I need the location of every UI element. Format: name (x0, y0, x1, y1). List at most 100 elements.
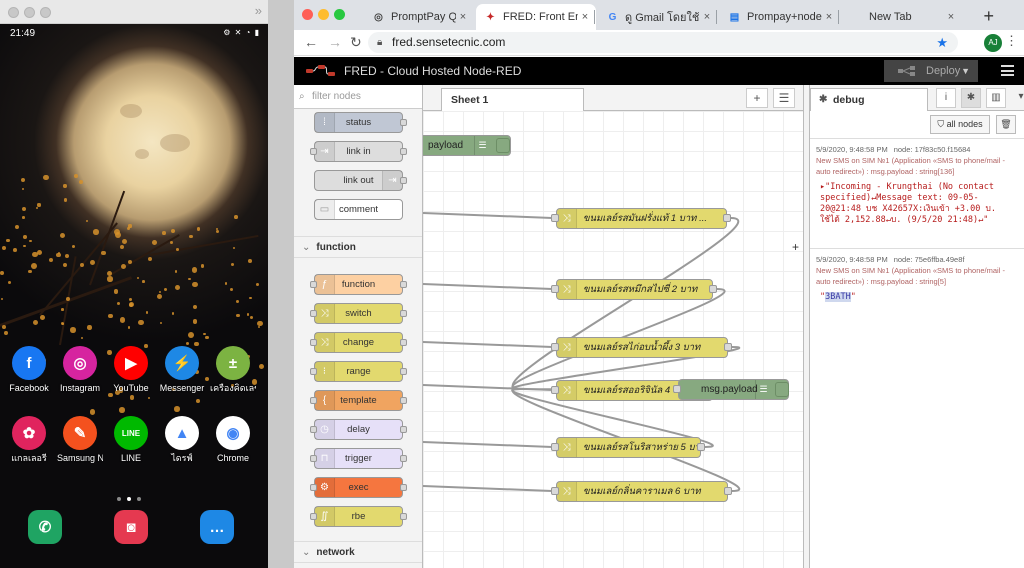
add-flow-button[interactable]: + (746, 88, 768, 108)
browser-tab[interactable]: ▤ Prompay+nodered× (720, 4, 840, 30)
debug-toggle-button[interactable] (775, 382, 789, 397)
app-เครื่องคิดเลข[interactable]: ± เครื่องคิดเลข (210, 346, 256, 393)
palette-node-status[interactable]: ⁞ status (314, 112, 407, 133)
palette-node-comment[interactable]: ▭ comment (314, 199, 403, 220)
wire[interactable] (423, 384, 553, 391)
change-node[interactable]: ⤨ ขนมเลย์รสมันฝรั่งแท้ 1 บาท ... (556, 208, 727, 229)
reload-icon[interactable]: ↻ (350, 34, 362, 51)
bookmark-star-icon[interactable]: ★ (936, 32, 948, 53)
wire[interactable] (423, 212, 553, 219)
browser-tab[interactable]: G ดู Gmail โดยใช้แพลต× (598, 4, 718, 30)
input-port[interactable] (551, 443, 559, 451)
payload-debug-node[interactable]: payload ☰ (423, 135, 511, 156)
output-port[interactable] (724, 487, 732, 495)
trash-icon[interactable]: 🗑︎ (996, 115, 1016, 134)
app-youtube[interactable]: ▶ YouTube (108, 346, 154, 393)
palette-node-link-in[interactable]: ⇥ link in (310, 141, 407, 162)
zoom-window-button[interactable] (40, 7, 51, 18)
palette-node-exec[interactable]: ⚙ exec (310, 477, 407, 498)
app-samsung-notes[interactable]: ✎ Samsung Notes (57, 416, 103, 463)
menu-icon[interactable] (1001, 65, 1014, 76)
input-port[interactable] (551, 343, 559, 351)
input-port[interactable] (551, 214, 559, 222)
profile-avatar[interactable]: AJ (984, 34, 1002, 52)
category-function-header[interactable]: ⌄ function (294, 236, 422, 258)
palette-node-rbe[interactable]: ∬ rbe (310, 506, 407, 527)
output-port[interactable] (697, 443, 705, 451)
close-tab-icon[interactable]: × (944, 11, 958, 23)
new-tab-button[interactable]: + (983, 6, 994, 27)
dock-app[interactable]: ✆ (22, 510, 68, 544)
close-tab-icon[interactable]: × (700, 11, 714, 23)
url-input[interactable]: 🔒︎ fred.sensetecnic.com ★ (368, 32, 958, 53)
input-port[interactable] (551, 285, 559, 293)
palette-node-link-out[interactable]: ⇥ link out (314, 170, 407, 191)
debug-value[interactable]: ▸"Incoming - Krungthai (No contact speci… (816, 182, 1018, 226)
flow-list-button[interactable]: ☰ (773, 88, 795, 108)
palette-node-function[interactable]: ƒ function (310, 274, 407, 295)
close-tab-icon[interactable]: × (822, 11, 836, 23)
debug-node-id[interactable]: node: 75e6ffba.49e8f (894, 255, 965, 264)
app-facebook[interactable]: f Facebook (6, 346, 52, 393)
change-node[interactable]: ⤨ ขนมเลย์รสหมึกสไปซี่ 2 บาท (556, 279, 713, 300)
minimize-window-button[interactable] (318, 9, 329, 20)
output-port[interactable] (723, 214, 731, 222)
output-port[interactable] (709, 285, 717, 293)
palette-node-change[interactable]: ⤨ change (310, 332, 407, 353)
category-network-header[interactable]: ⌄ network (294, 541, 422, 563)
app-ไดรฟ์[interactable]: ▲ ไดรฟ์ (159, 416, 205, 463)
output-port[interactable] (724, 343, 732, 351)
browser-tab[interactable]: ✦ FRED: Front End fo× (476, 4, 596, 30)
app-instagram[interactable]: ◎ Instagram (57, 346, 103, 393)
close-window-button[interactable] (302, 9, 313, 20)
wire[interactable] (423, 485, 553, 492)
bug-tab-icon[interactable]: ✱ (961, 88, 981, 108)
forward-icon[interactable]: → (328, 34, 342, 50)
close-tab-icon[interactable]: × (578, 11, 592, 23)
palette-node-template[interactable]: {template (310, 390, 407, 411)
close-tab-icon[interactable]: × (456, 11, 470, 23)
change-node[interactable]: ⤨ ขนมเลย์รสโนริสาหร่าย 5 บาท (556, 437, 701, 458)
filter-nodes-input[interactable]: ⌕ filter nodes (294, 85, 422, 109)
input-port[interactable] (551, 487, 559, 495)
caret-down-icon[interactable]: ▾ (1011, 88, 1024, 108)
debug-node-id[interactable]: node: 17f83c50.f15684 (894, 145, 971, 154)
app-line[interactable]: LINE LINE (108, 416, 154, 463)
tab-debug[interactable]: ✱ debug (810, 88, 928, 111)
debug-value[interactable]: "3BATH" (816, 292, 1018, 303)
chart-icon[interactable]: ▥ (986, 88, 1006, 108)
palette-node-range[interactable]: ⁝ range (310, 361, 407, 382)
app-chrome[interactable]: ◉ Chrome (210, 416, 256, 463)
palette-node-trigger[interactable]: ⊓ trigger (310, 448, 407, 469)
browser-menu-icon[interactable]: ⋮ (1005, 33, 1018, 49)
wire[interactable] (423, 283, 553, 290)
palette-node-switch[interactable]: ⤨ switch (310, 303, 407, 324)
wire[interactable] (423, 441, 553, 448)
input-port[interactable] (551, 386, 559, 394)
zoom-window-button[interactable] (334, 9, 345, 20)
minimize-window-button[interactable] (24, 7, 35, 18)
input-port[interactable] (673, 385, 681, 393)
chevron-right-icon[interactable]: » (255, 3, 262, 18)
flow-canvas[interactable]: payload ☰ ⤨ ขนมเลย์รสมันฝรั่งแท้ 1 บาท ..… (423, 111, 803, 568)
filter-all-nodes-button[interactable]: ⛉ all nodes (930, 115, 990, 134)
debug-toggle-button[interactable] (496, 138, 510, 153)
change-node[interactable]: ⤨ ขนมเลย์กลิ่นคาราเมล 6 บาท (556, 481, 728, 502)
sidebar-splitter[interactable] (803, 85, 810, 568)
back-icon[interactable]: ← (304, 34, 318, 50)
app-messenger[interactable]: ⚡ Messenger (159, 346, 205, 393)
wire[interactable] (423, 341, 553, 348)
tab-sheet-1[interactable]: Sheet 1 (441, 88, 584, 111)
browser-tab[interactable]: ◎ PromptPay QR-Co× (364, 4, 474, 30)
caret-down-icon[interactable]: ▼ (961, 60, 970, 82)
browser-tab[interactable]: New Tab × (842, 4, 962, 30)
dock-app[interactable]: … (194, 510, 240, 544)
palette-node-delay[interactable]: ◷ delay (310, 419, 407, 440)
msg-payload-debug-node[interactable]: msg.payload ☰ (678, 379, 789, 400)
info-icon[interactable]: i (936, 88, 956, 108)
app-แกลเลอรี่[interactable]: ✿ แกลเลอรี่ (6, 416, 52, 463)
deploy-button[interactable]: Deploy ▼ (884, 60, 978, 82)
dock-app[interactable]: ◙ (108, 510, 154, 544)
change-node[interactable]: ⤨ ขนมเลย์รสไก่อบน้ำผึ้ง 3 บาท (556, 337, 728, 358)
close-window-button[interactable] (8, 7, 19, 18)
